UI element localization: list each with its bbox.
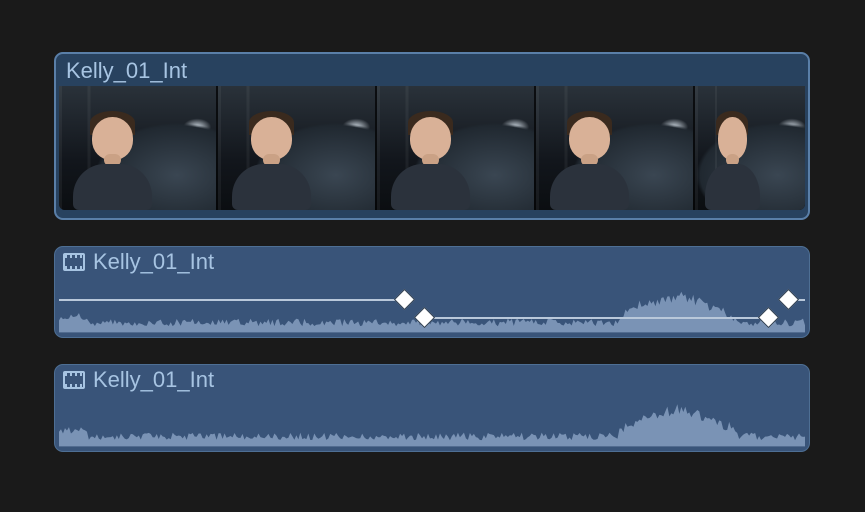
film-icon [63, 253, 85, 271]
audio-clip-2-title: Kelly_01_Int [93, 369, 214, 391]
audio-waveform[interactable] [59, 397, 805, 447]
audio-clip-1-title: Kelly_01_Int [93, 251, 214, 273]
video-clip[interactable]: Kelly_01_Int [54, 52, 810, 220]
audio-clip-2[interactable]: Kelly_01_Int [54, 364, 810, 452]
volume-line[interactable] [59, 299, 404, 301]
video-filmstrip[interactable] [59, 86, 805, 210]
video-clip-title: Kelly_01_Int [56, 54, 808, 86]
thumbnail-frame [695, 86, 805, 210]
film-icon [63, 371, 85, 389]
thumbnail-frame [377, 86, 536, 210]
thumbnail-frame [59, 86, 218, 210]
audio-clip-1[interactable]: Kelly_01_Int [54, 246, 810, 338]
volume-line-ducked[interactable] [424, 317, 768, 319]
thumbnail-frame [536, 86, 695, 210]
thumbnail-frame [218, 86, 377, 210]
audio-waveform[interactable] [59, 281, 805, 333]
